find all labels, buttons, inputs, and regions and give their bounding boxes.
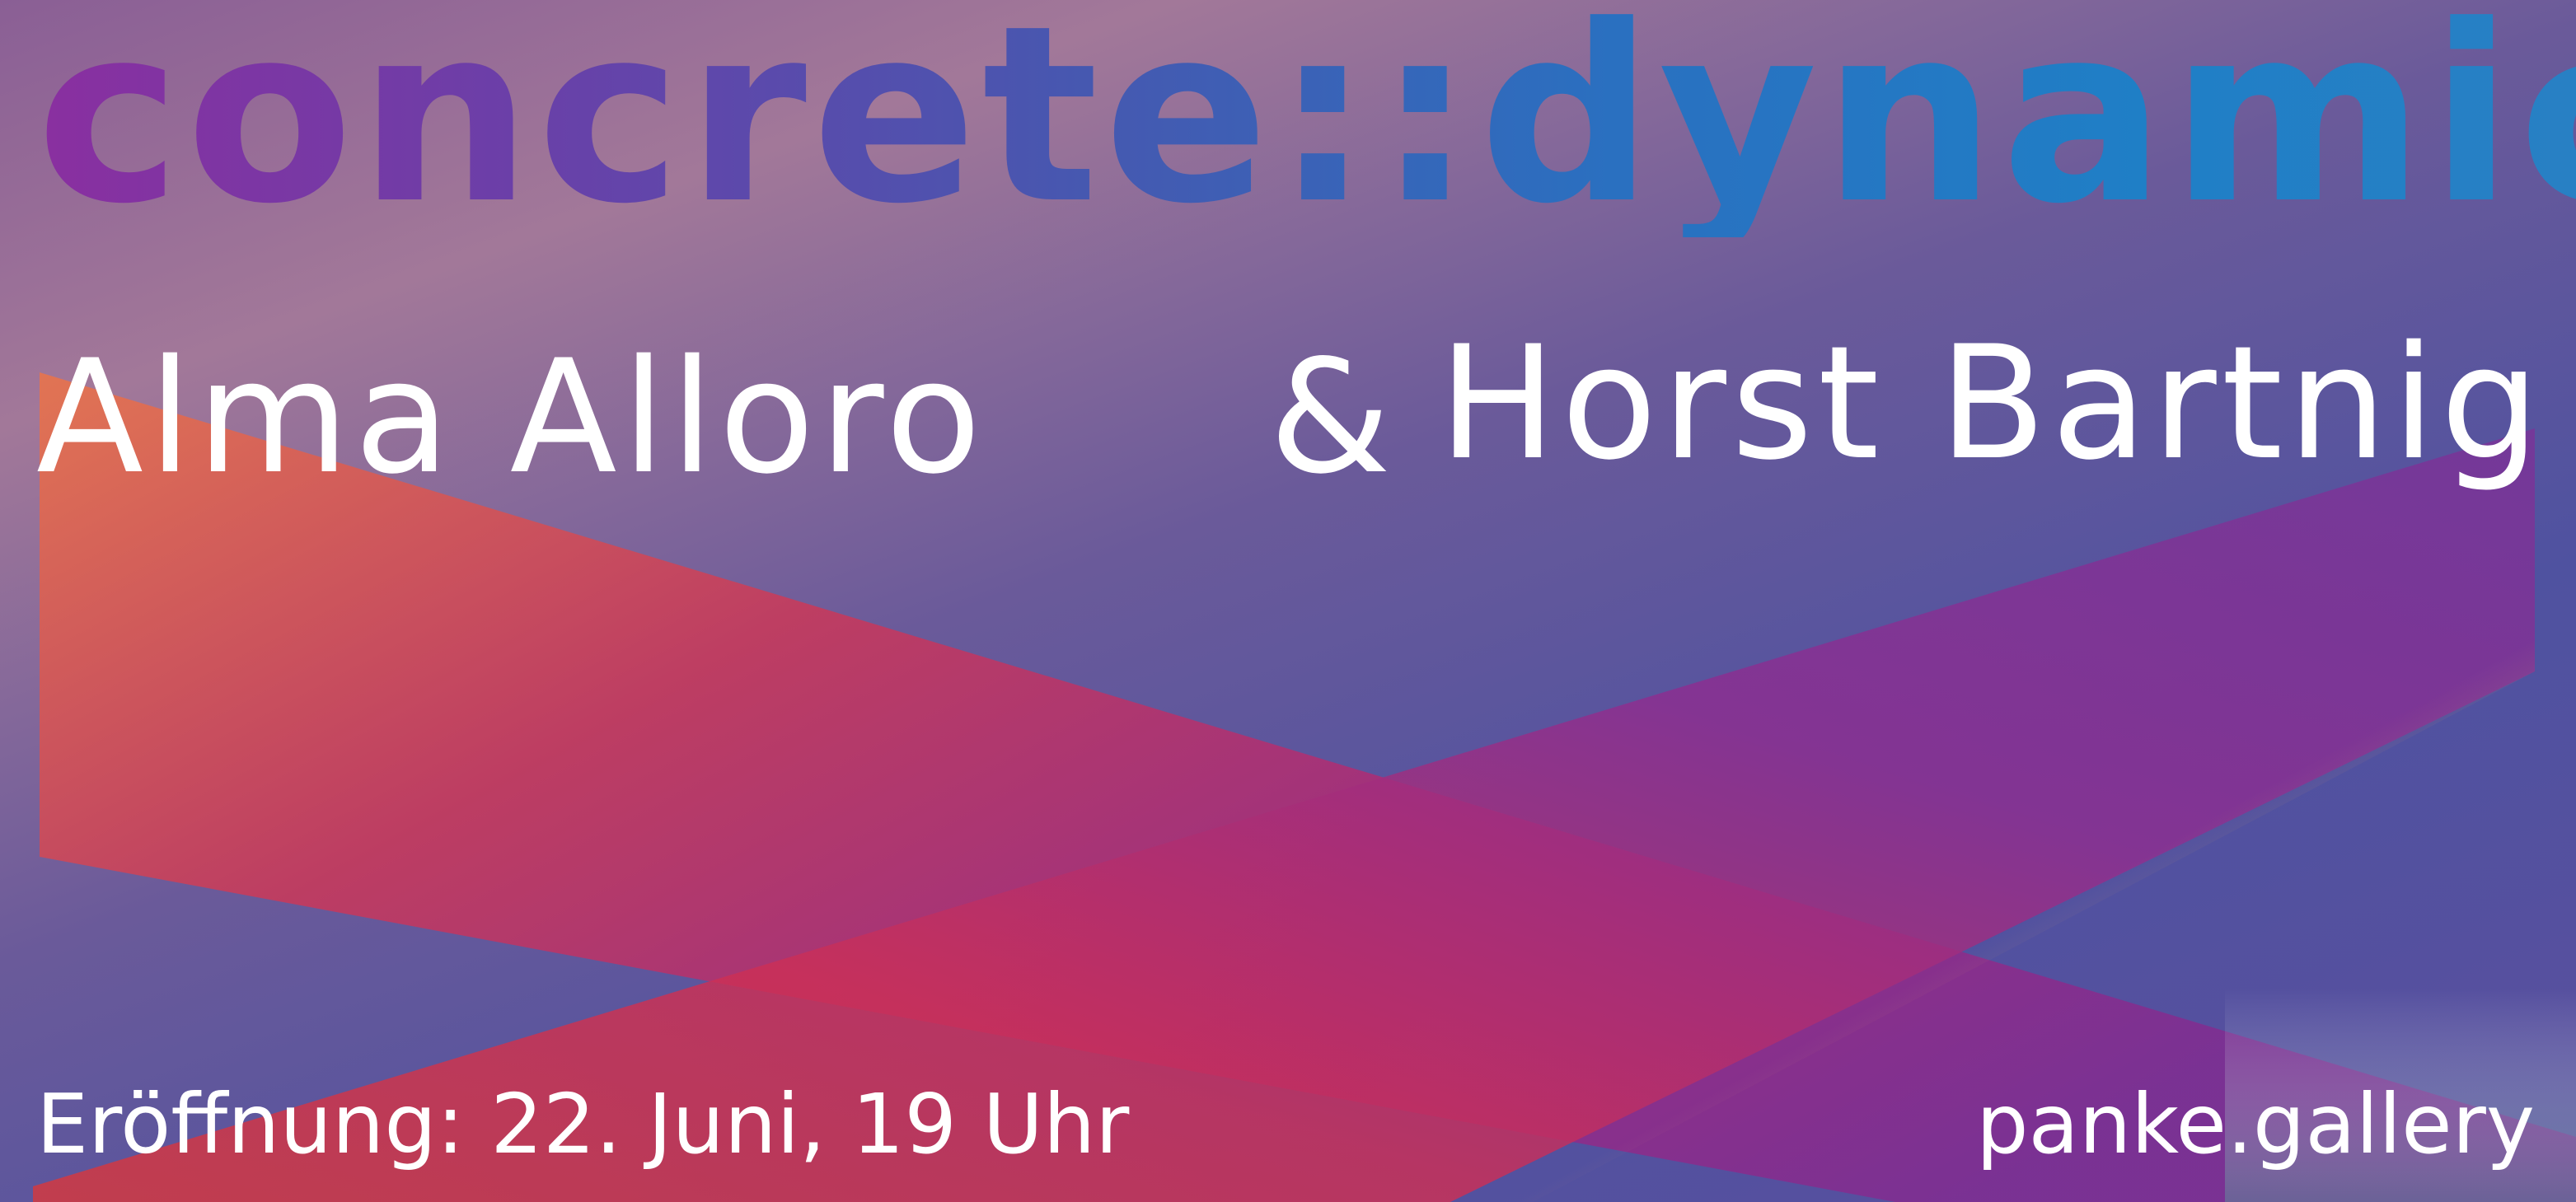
artist-name-right: Horst Bartnig: [1438, 312, 2545, 494]
ampersand: &: [1269, 326, 1392, 508]
exhibition-title: concrete::dynamic: [36, 0, 2576, 237]
artist-name-left: Alma Alloro: [36, 326, 986, 508]
opening-date: Eröffnung: 22. Juni, 19 Uhr: [36, 1076, 1130, 1172]
exhibition-poster: concrete::dynamic Alma Alloro & Horst Ba…: [0, 0, 2576, 1202]
gallery-website: panke.gallery: [1976, 1076, 2535, 1172]
